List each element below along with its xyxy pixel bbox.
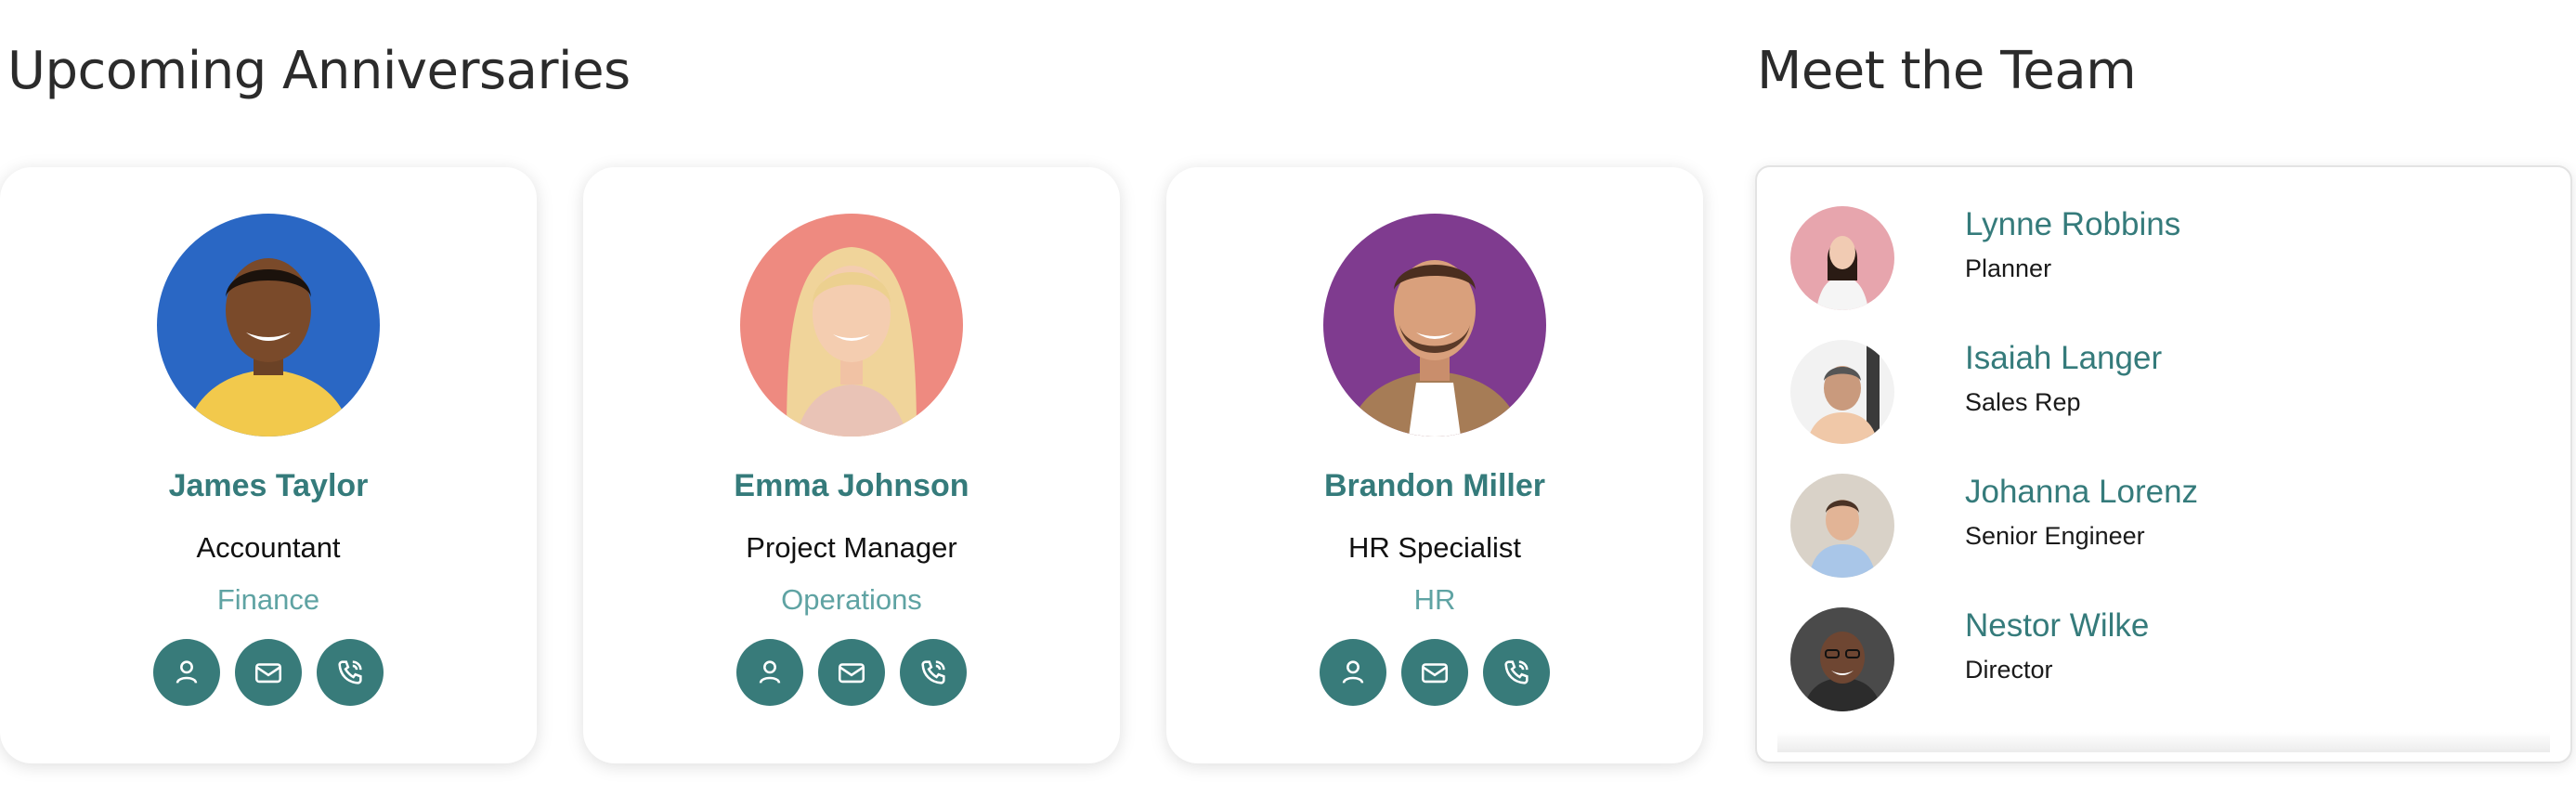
call-button[interactable]	[900, 639, 967, 706]
person-name: James Taylor	[168, 468, 369, 503]
person-icon	[1342, 660, 1364, 684]
profile-button[interactable]	[736, 639, 803, 706]
email-button[interactable]	[818, 639, 885, 706]
member-role: Senior Engineer	[1965, 522, 2145, 550]
anniversary-card: James Taylor Accountant Finance	[0, 167, 537, 763]
upcoming-anniversaries-title: Upcoming Anniversaries	[7, 41, 631, 101]
anniversary-card: Emma Johnson Project Manager Operations	[583, 167, 1120, 763]
avatar	[1323, 214, 1546, 437]
call-button[interactable]	[317, 639, 384, 706]
member-role: Planner	[1965, 254, 2052, 282]
contact-actions	[1166, 639, 1703, 706]
contact-actions	[583, 639, 1120, 706]
team-member[interactable]: Isaiah Langer Sales Rep	[1790, 340, 2552, 451]
person-name: Emma Johnson	[734, 468, 969, 503]
person-role: Accountant	[196, 531, 341, 564]
phone-icon	[338, 660, 362, 684]
avatar	[1790, 607, 1894, 711]
mail-icon	[1421, 663, 1449, 684]
email-button[interactable]	[235, 639, 302, 706]
person-icon	[759, 660, 781, 684]
meet-the-team-title: Meet the Team	[1757, 41, 2137, 101]
member-role: Director	[1965, 656, 2053, 684]
phone-icon	[1504, 660, 1529, 684]
profile-button[interactable]	[1320, 639, 1386, 706]
member-name: Lynne Robbins	[1965, 206, 2181, 242]
person-department: Operations	[781, 583, 922, 616]
avatar	[1790, 340, 1894, 444]
member-name: Nestor Wilke	[1965, 607, 2150, 644]
person-icon	[176, 660, 198, 684]
avatar	[1790, 474, 1894, 578]
team-member[interactable]: Nestor Wilke Director	[1790, 607, 2552, 719]
avatar	[740, 214, 963, 437]
member-name: Isaiah Langer	[1965, 340, 2163, 376]
mail-icon	[838, 663, 865, 684]
avatar	[1790, 206, 1894, 310]
person-name: Brandon Miller	[1323, 468, 1546, 503]
member-role: Sales Rep	[1965, 388, 2081, 416]
team-member[interactable]: Johanna Lorenz Senior Engineer	[1790, 474, 2552, 585]
mail-icon	[254, 663, 282, 684]
phone-icon	[921, 660, 945, 684]
profile-button[interactable]	[153, 639, 220, 706]
anniversary-card: Brandon Miller HR Specialist HR	[1166, 167, 1703, 763]
team-member[interactable]: Lynne Robbins Planner	[1790, 206, 2552, 318]
email-button[interactable]	[1401, 639, 1468, 706]
person-role: HR Specialist	[1347, 531, 1522, 564]
member-name: Johanna Lorenz	[1965, 474, 2199, 510]
person-department: HR	[1413, 583, 1456, 616]
avatar	[157, 214, 380, 437]
panel-footer-fade	[1777, 732, 2550, 752]
contact-actions	[0, 639, 537, 706]
person-role: Project Manager	[746, 531, 957, 564]
call-button[interactable]	[1483, 639, 1550, 706]
team-panel: Lynne Robbins Planner Isaiah Langer Sale…	[1755, 165, 2572, 763]
person-department: Finance	[216, 583, 320, 616]
